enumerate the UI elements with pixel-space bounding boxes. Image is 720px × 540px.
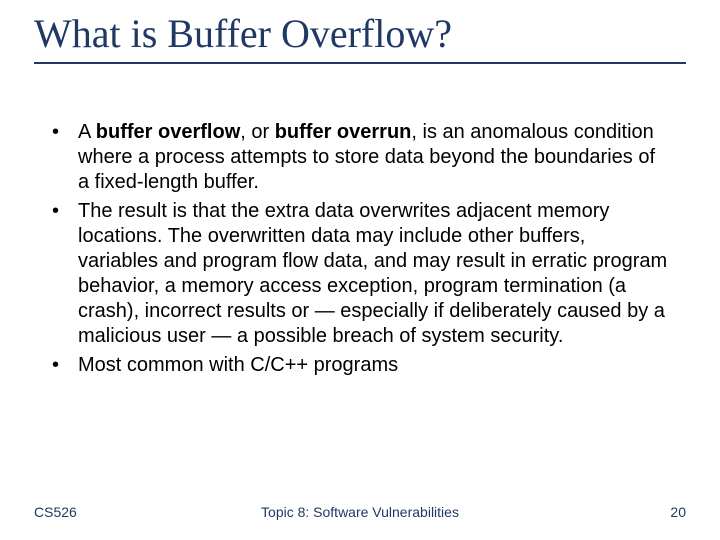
slide: What is Buffer Overflow? A buffer overfl… [0,0,720,540]
bullet-3-text: Most common with C/C++ programs [78,354,398,376]
bullet-1-bold-2: buffer overrun [275,121,412,143]
bullet-item-3: Most common with C/C++ programs [42,353,670,378]
bullet-item-1: A buffer overflow, or buffer overrun, is… [42,120,670,195]
footer-topic: Topic 8: Software Vulnerabilities [34,504,686,520]
bullet-1-text-pre: A [78,121,96,143]
footer-page-number: 20 [670,504,686,520]
bullet-1-text-mid: , or [240,121,274,143]
bullet-list: A buffer overflow, or buffer overrun, is… [42,120,670,378]
slide-footer: CS526 Topic 8: Software Vulnerabilities … [34,504,686,520]
footer-course-code: CS526 [34,504,77,520]
slide-body: A buffer overflow, or buffer overrun, is… [42,120,670,382]
bullet-1-bold-1: buffer overflow [96,121,240,143]
slide-title: What is Buffer Overflow? [34,12,686,64]
bullet-2-text: The result is that the extra data overwr… [78,200,667,347]
bullet-item-2: The result is that the extra data overwr… [42,199,670,349]
